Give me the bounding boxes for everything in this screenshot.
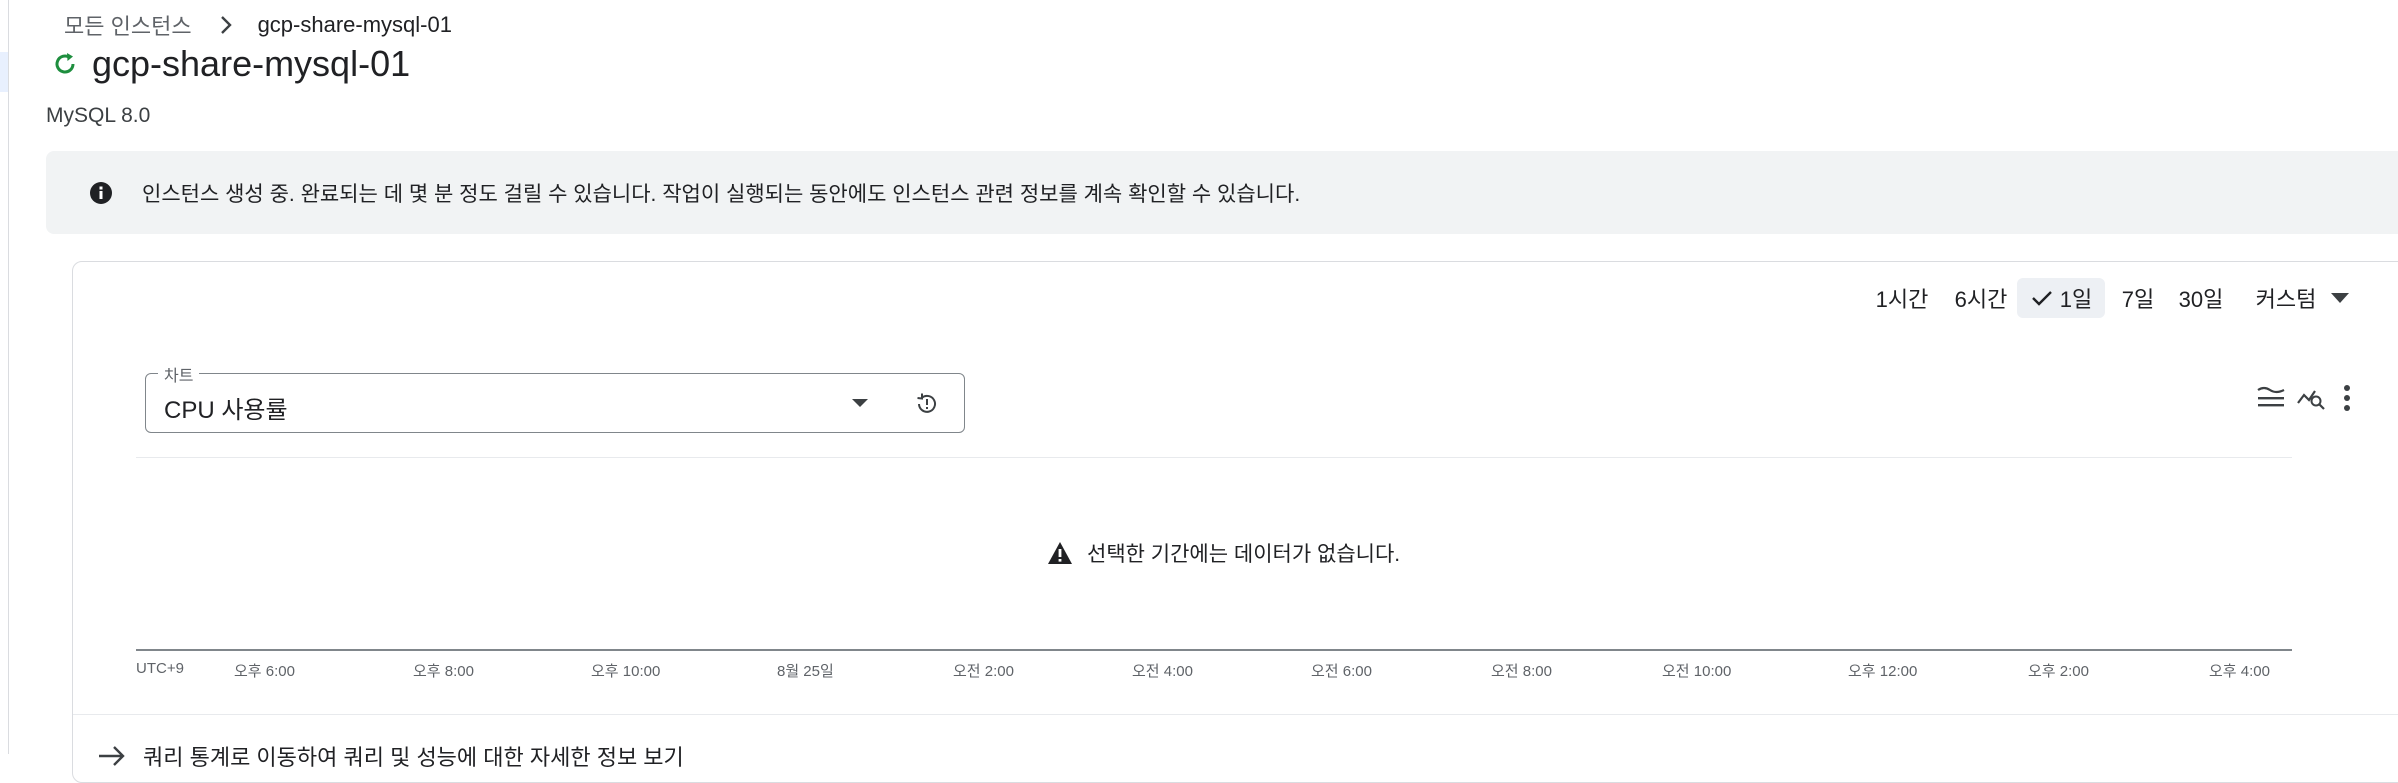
left-nav-active-marker xyxy=(0,52,8,92)
range-1d-button[interactable]: 1일 xyxy=(2017,278,2105,318)
x-axis-tick: 8월 25일 xyxy=(777,663,834,680)
chart-select-value: CPU 사용률 xyxy=(164,397,288,424)
range-label: 1일 xyxy=(2059,287,2093,312)
x-axis-tick: 오전 4:00 xyxy=(1132,663,1193,680)
info-icon xyxy=(88,180,114,206)
x-axis-labels: UTC+9 오후 6:00 오후 8:00 오후 10:00 8월 25일 오전… xyxy=(136,660,2336,682)
x-axis-tick: 오후 6:00 xyxy=(234,663,295,680)
page-title: gcp-share-mysql-01 xyxy=(92,43,411,84)
more-vert-icon[interactable] xyxy=(2331,382,2363,414)
no-data-text: 선택한 기간에는 데이터가 없습니다. xyxy=(1087,543,1401,566)
arrow-right-icon xyxy=(97,744,127,768)
x-axis-tick: 오후 12:00 xyxy=(1848,663,1918,680)
x-axis-timezone: UTC+9 xyxy=(136,660,184,677)
caret-down-icon xyxy=(2330,292,2350,304)
range-label: 6시간 xyxy=(1954,287,2008,312)
history-icon[interactable] xyxy=(914,391,940,417)
legend-toggle-icon[interactable] xyxy=(2255,382,2287,414)
query-insights-link[interactable]: 쿼리 통계로 이동하여 쿼리 및 성능에 대한 자세한 정보 보기 xyxy=(97,740,684,772)
title-row: gcp-share-mysql-01 xyxy=(52,42,410,86)
monitoring-card: 1시간 6시간 1일 7일 30일 커스텀 차트 CPU 사용률 선택한 기간에… xyxy=(72,261,2398,783)
x-axis-tick: 오전 10:00 xyxy=(1662,663,1732,680)
check-icon xyxy=(2030,286,2054,310)
range-1h-button[interactable]: 1시간 xyxy=(1869,278,1935,318)
x-axis-tick: 오후 10:00 xyxy=(591,663,661,680)
creating-instance-banner: 인스턴스 생성 중. 완료되는 데 몇 분 정도 걸릴 수 있습니다. 작업이 … xyxy=(46,151,2398,234)
card-bottom-divider xyxy=(73,714,2398,715)
x-axis-tick: 오후 2:00 xyxy=(2028,663,2089,680)
left-nav-rail xyxy=(0,0,9,754)
database-version: MySQL 8.0 xyxy=(46,104,151,127)
chart-top-divider xyxy=(136,457,2292,458)
breadcrumb-current-instance: gcp-share-mysql-01 xyxy=(257,12,452,37)
no-data-message: 선택한 기간에는 데이터가 없습니다. xyxy=(1047,538,1400,568)
breadcrumb: 모든 인스턴스 gcp-share-mysql-01 xyxy=(64,10,452,40)
explore-chart-icon[interactable] xyxy=(2295,382,2327,414)
x-axis-tick: 오전 8:00 xyxy=(1491,663,1552,680)
chart-select[interactable]: 차트 CPU 사용률 xyxy=(145,362,965,433)
range-7d-button[interactable]: 7일 xyxy=(2113,278,2163,318)
x-axis-line xyxy=(136,649,2292,651)
breadcrumb-all-instances-link[interactable]: 모든 인스턴스 xyxy=(64,9,192,41)
range-label: 1시간 xyxy=(1875,287,1929,312)
time-range-selector: 1시간 6시간 1일 7일 30일 커스텀 xyxy=(73,278,2398,318)
range-label: 30일 xyxy=(2178,287,2224,312)
range-label: 커스텀 xyxy=(2255,287,2317,312)
query-insights-link-text: 쿼리 통계로 이동하여 쿼리 및 성능에 대한 자세한 정보 보기 xyxy=(143,745,684,770)
x-axis-tick: 오후 4:00 xyxy=(2209,663,2270,680)
range-label: 7일 xyxy=(2121,287,2155,312)
range-30d-button[interactable]: 30일 xyxy=(2169,278,2233,318)
dropdown-arrow-icon xyxy=(851,398,869,408)
range-6h-button[interactable]: 6시간 xyxy=(1945,278,2017,318)
x-axis-tick: 오전 2:00 xyxy=(953,663,1014,680)
x-axis-tick: 오전 6:00 xyxy=(1311,663,1372,680)
chevron-right-icon xyxy=(212,10,240,40)
chart-select-label: 차트 xyxy=(158,362,200,386)
x-axis-tick: 오후 8:00 xyxy=(413,663,474,680)
banner-message: 인스턴스 생성 중. 완료되는 데 몇 분 정도 걸릴 수 있습니다. 작업이 … xyxy=(142,182,1301,206)
warning-icon xyxy=(1047,541,1073,565)
range-custom-dropdown[interactable]: 커스텀 xyxy=(2243,278,2363,318)
refresh-spinner-icon xyxy=(52,51,78,77)
